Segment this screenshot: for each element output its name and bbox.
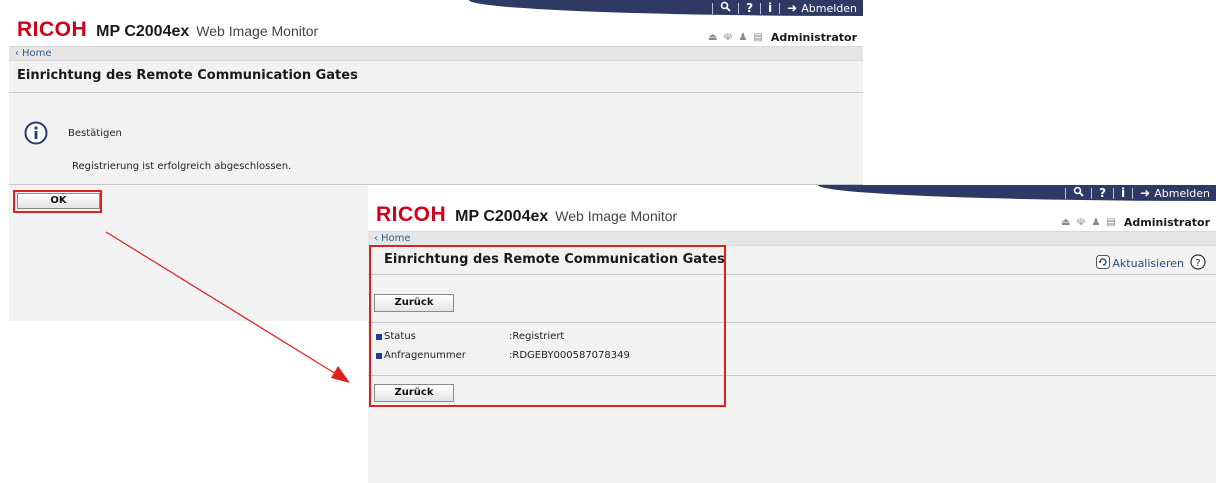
transition-arrow-icon <box>105 231 350 383</box>
